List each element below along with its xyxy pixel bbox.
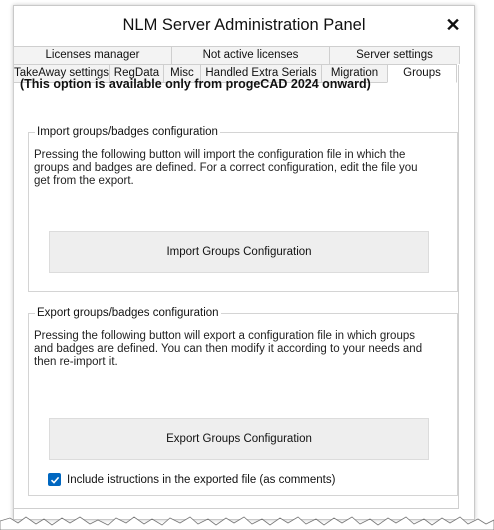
tab-licenses-manager[interactable]: Licenses manager	[13, 46, 172, 64]
include-instructions-checkbox[interactable]	[48, 473, 61, 486]
export-group-title: Export groups/badges configuration	[35, 306, 221, 320]
export-description: Pressing the following button will expor…	[34, 330, 423, 368]
tab-row-top: Licenses manager Not active licenses Ser…	[13, 46, 460, 64]
torn-edge	[0, 516, 494, 530]
title-bar: NLM Server Administration Panel ✕	[14, 6, 474, 44]
close-icon[interactable]: ✕	[441, 13, 465, 37]
import-group-title: Import groups/badges configuration	[35, 125, 220, 139]
checkmark-icon	[50, 476, 59, 484]
include-instructions-label: Include istructions in the exported file…	[67, 473, 336, 486]
availability-notice: (This option is available only from prog…	[20, 77, 371, 91]
tab-server-settings[interactable]: Server settings	[329, 46, 460, 64]
include-instructions-row: Include istructions in the exported file…	[48, 473, 335, 486]
window-title: NLM Server Administration Panel	[122, 16, 366, 34]
export-groups-button[interactable]: Export Groups Configuration	[49, 418, 429, 460]
import-groups-button[interactable]: Import Groups Configuration	[49, 231, 429, 273]
import-description: Pressing the following button will impor…	[34, 149, 418, 187]
tab-not-active-licenses[interactable]: Not active licenses	[171, 46, 330, 64]
